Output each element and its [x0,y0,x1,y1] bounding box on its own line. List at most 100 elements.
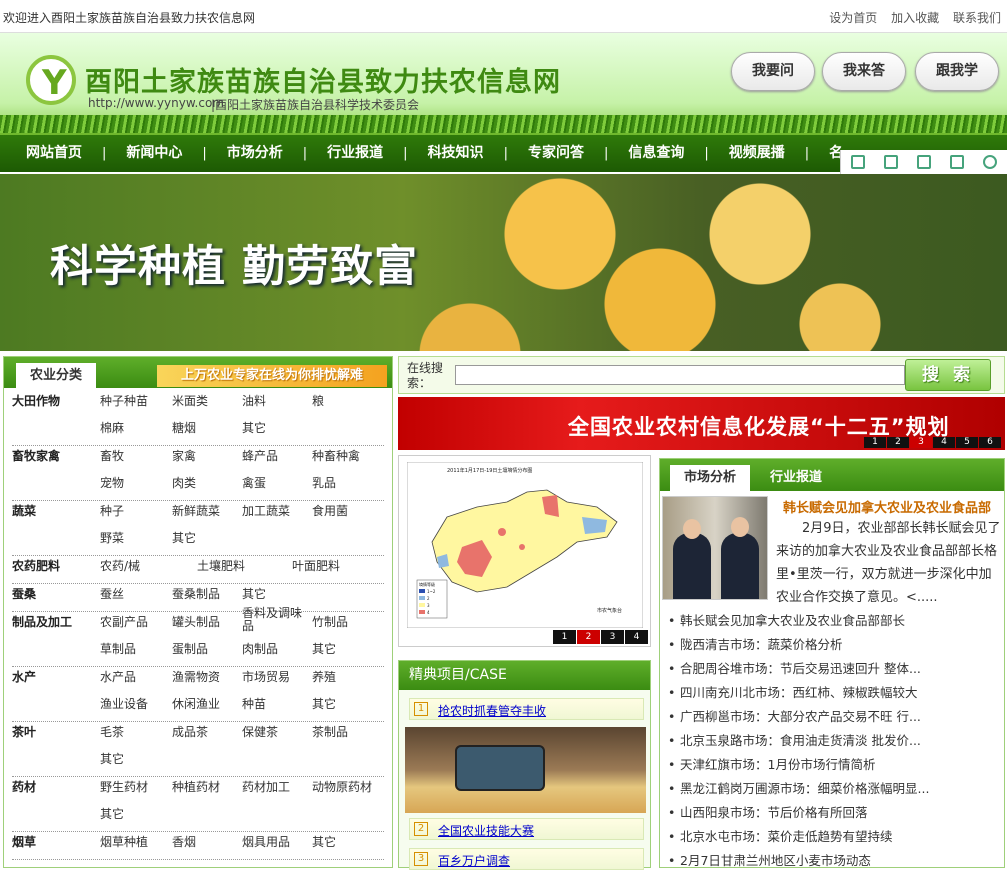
category-name[interactable]: 大田作物 [12,392,60,409]
category-item[interactable]: 烟具用品 [242,833,290,850]
news-list-item[interactable]: 陇西清吉市场：蔬菜价格分析 [666,633,1002,657]
fullscreen-icon[interactable] [883,155,898,169]
category-item[interactable]: 渔业设备 [100,695,148,712]
category-item[interactable]: 其它 [242,585,266,602]
category-item[interactable]: 土壤肥料 [197,557,245,574]
category-item[interactable]: 渔需物资 [172,668,220,685]
category-item[interactable]: 野菜 [100,529,124,546]
ad-page-3[interactable]: 3 [910,437,932,448]
category-item[interactable]: 粮 [312,392,324,409]
news-list-item[interactable]: 北京玉泉路市场：食用油走货清淡 批发价... [666,729,1002,753]
category-item[interactable]: 棉麻 [100,419,124,436]
category-item[interactable]: 药材加工 [242,778,290,795]
category-item[interactable]: 香料及调味品 [242,607,312,633]
case-link[interactable]: 百乡万户调查 [438,852,510,869]
case-link[interactable]: 抢农时抓春管夺丰收 [438,702,546,719]
category-item[interactable]: 农药/械 [100,557,140,574]
category-item[interactable]: 其它 [312,695,336,712]
answer-button[interactable]: 我来答 [822,52,906,91]
tab-industry-report[interactable]: 行业报道 [770,465,822,491]
expert-promo-banner[interactable]: 上万农业专家在线为你排忧解难 [157,365,387,387]
category-item[interactable]: 水产品 [100,668,136,685]
category-item[interactable]: 养殖 [312,668,336,685]
set-homepage-link[interactable]: 设为首页 [829,11,877,25]
case-item[interactable]: 3 百乡万户调查 [409,848,644,870]
category-item[interactable]: 毛茶 [100,723,124,740]
category-item[interactable]: 其它 [172,529,196,546]
category-item[interactable]: 其它 [100,805,124,822]
category-item[interactable]: 蚕桑制品 [172,585,220,602]
category-item[interactable]: 肉制品 [242,640,278,657]
category-item[interactable]: 保健茶 [242,723,278,740]
settings-gear-icon[interactable] [983,155,998,169]
map-page-2[interactable]: 2 [577,630,600,644]
news-list-item[interactable]: 天津红旗市场：1月份市场行情简析 [666,753,1002,777]
category-item[interactable]: 新鲜蔬菜 [172,502,220,519]
map-page-4[interactable]: 4 [625,630,648,644]
category-item[interactable]: 野生药材 [100,778,148,795]
nav-market[interactable]: 市场分析 [207,135,303,172]
add-favorite-link[interactable]: 加入收藏 [891,11,939,25]
category-item[interactable]: 蚕丝 [100,585,124,602]
category-item[interactable]: 其它 [312,640,336,657]
category-item[interactable]: 糖烟 [172,419,196,436]
category-item[interactable]: 罐头制品 [172,613,220,630]
category-name[interactable]: 农药肥料 [12,557,60,574]
category-item[interactable]: 烟草种植 [100,833,148,850]
category-item[interactable]: 畜牧 [100,447,124,464]
news-list-item[interactable]: 山西阳泉市场：节后价格有所回落 [666,801,1002,825]
category-item[interactable]: 种畜种禽 [312,447,360,464]
category-name[interactable]: 蚕桑 [12,585,36,602]
category-item[interactable]: 其它 [242,419,266,436]
category-name[interactable]: 烟草 [12,833,36,850]
ad-page-1[interactable]: 1 [864,437,886,448]
map-page-1[interactable]: 1 [553,630,576,644]
save-icon[interactable] [916,155,931,169]
tab-market-analysis[interactable]: 市场分析 [670,465,750,491]
news-list-item[interactable]: 广西柳邕市场：大部分农产品交易不旺 行... [666,705,1002,729]
mobile-icon[interactable] [850,155,865,169]
category-item[interactable]: 蜂产品 [242,447,278,464]
news-list-item[interactable]: 四川南充川北市场：西红柿、辣椒跌幅较大 [666,681,1002,705]
nav-video[interactable]: 视频展播 [709,135,805,172]
ad-page-6[interactable]: 6 [979,437,1001,448]
category-name[interactable]: 畜牧家禽 [12,447,60,464]
nav-info[interactable]: 信息查询 [608,135,704,172]
case-link[interactable]: 全国农业技能大赛 [438,822,534,839]
category-item[interactable]: 其它 [100,750,124,767]
category-item[interactable]: 休闲渔业 [172,695,220,712]
ad-page-5[interactable]: 5 [956,437,978,448]
nav-home[interactable]: 网站首页 [6,135,102,172]
category-name[interactable]: 制品及加工 [12,613,72,630]
category-item[interactable]: 动物原药材 [312,778,372,795]
ask-button[interactable]: 我要问 [731,52,815,91]
category-item[interactable]: 叶面肥料 [292,557,340,574]
category-item[interactable]: 竹制品 [312,613,348,630]
category-name[interactable]: 药材 [12,778,36,795]
ad-page-2[interactable]: 2 [887,437,909,448]
category-item[interactable]: 茶制品 [312,723,348,740]
category-item[interactable]: 其它 [312,833,336,850]
category-item[interactable]: 禽蛋 [242,474,266,491]
category-item[interactable]: 米面类 [172,392,208,409]
category-item[interactable]: 种苗 [242,695,266,712]
share-icon[interactable] [950,155,965,169]
category-item[interactable]: 种子种苗 [100,392,148,409]
category-tab[interactable]: 农业分类 [16,363,96,388]
ad-page-4[interactable]: 4 [933,437,955,448]
nav-tech[interactable]: 科技知识 [408,135,504,172]
nav-expert[interactable]: 专家问答 [508,135,604,172]
category-item[interactable]: 农副产品 [100,613,148,630]
featured-news-title[interactable]: 韩长赋会见加拿大农业及农业食品部 [772,497,1002,516]
category-item[interactable]: 市场贸易 [242,668,290,685]
learn-button[interactable]: 跟我学 [915,52,999,91]
category-item[interactable]: 食用菌 [312,502,348,519]
search-button[interactable]: 搜 索 [905,359,991,391]
contact-us-link[interactable]: 联系我们 [953,11,1001,25]
category-name[interactable]: 蔬菜 [12,502,36,519]
case-item[interactable]: 2 全国农业技能大赛 [409,818,644,840]
category-item[interactable]: 肉类 [172,474,196,491]
news-list-item[interactable]: 黑龙江鹤岗万圃源市场：细菜价格涨幅明显... [666,777,1002,801]
news-list-item[interactable]: 合肥周谷堆市场：节后交易迅速回升 整体... [666,657,1002,681]
promo-ad-banner[interactable]: 全国农业农村信息化发展“十二五”规划 1 2 3 4 5 6 [398,397,1005,450]
